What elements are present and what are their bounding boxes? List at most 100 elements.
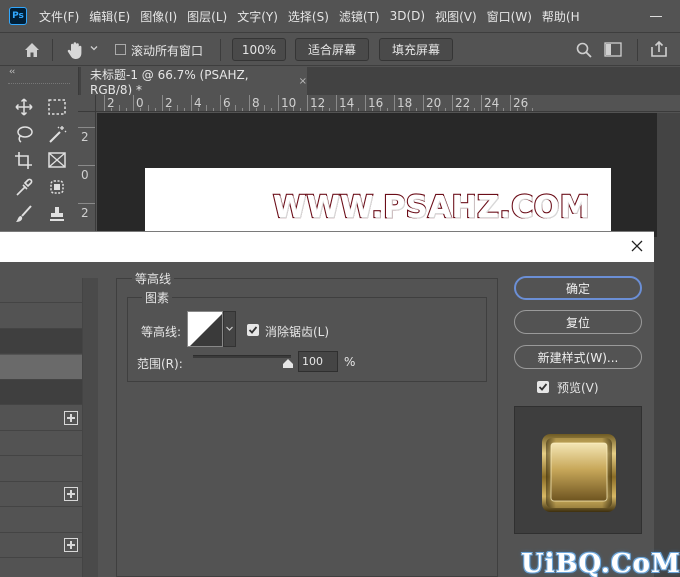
dialog-titlebar[interactable] bbox=[0, 232, 654, 262]
stamp-tool-icon[interactable] bbox=[46, 204, 68, 224]
style-row[interactable] bbox=[0, 559, 82, 577]
zoom-100-button[interactable]: 100% bbox=[232, 38, 286, 61]
vertical-scrollbar[interactable] bbox=[657, 113, 680, 237]
eyedropper-tool-icon[interactable] bbox=[13, 177, 35, 197]
menu-image[interactable]: 图像(I) bbox=[140, 8, 177, 25]
range-input[interactable]: 100 bbox=[298, 351, 338, 372]
ruler-tick bbox=[220, 95, 221, 111]
ruler-label: 2 bbox=[81, 130, 89, 144]
ruler-minor-tick bbox=[176, 105, 178, 111]
home-icon[interactable] bbox=[22, 40, 42, 60]
add-effect-icon[interactable] bbox=[64, 487, 78, 501]
photoshop-logo-icon[interactable]: Ps bbox=[9, 7, 27, 25]
menu-edit[interactable]: 编辑(E) bbox=[89, 8, 130, 25]
ruler-label: 16 bbox=[368, 96, 384, 110]
ruler-minor-tick bbox=[212, 108, 214, 111]
minimize-button[interactable] bbox=[632, 0, 680, 32]
style-row[interactable] bbox=[0, 533, 82, 558]
style-row[interactable] bbox=[0, 482, 82, 507]
chevron-down-icon[interactable] bbox=[89, 43, 99, 53]
workspace-panel-icon[interactable] bbox=[604, 42, 622, 57]
ruler-minor-tick bbox=[205, 105, 207, 111]
checkmark-icon bbox=[248, 326, 258, 334]
reset-button[interactable]: 复位 bbox=[514, 310, 642, 334]
horizontal-ruler[interactable]: 2 0 2 4 6 8 10 12 14 16 18 20 22 24 26 bbox=[96, 95, 680, 112]
vertical-ruler[interactable]: 2 0 2 bbox=[78, 112, 96, 237]
fit-screen-button[interactable]: 适合屏幕 bbox=[295, 38, 369, 61]
ruler-label: 6 bbox=[223, 96, 231, 110]
chevron-down-icon bbox=[226, 326, 233, 331]
style-row[interactable] bbox=[0, 508, 82, 533]
ruler-origin[interactable] bbox=[78, 95, 96, 112]
menu-select[interactable]: 选择(S) bbox=[288, 8, 329, 25]
elements-group-title: 图素 bbox=[142, 289, 173, 306]
ruler-minor-tick bbox=[263, 105, 265, 111]
patch-tool-icon[interactable] bbox=[46, 177, 68, 197]
style-row[interactable] bbox=[0, 329, 82, 354]
menu-layer[interactable]: 图层(L) bbox=[187, 8, 227, 25]
new-style-button[interactable]: 新建样式(W)... bbox=[514, 345, 642, 369]
ruler-tick bbox=[133, 95, 134, 111]
add-effect-icon[interactable] bbox=[64, 538, 78, 552]
preview-checkbox[interactable] bbox=[537, 381, 549, 393]
ruler-minor-tick bbox=[125, 108, 127, 111]
crop-tool-icon[interactable] bbox=[13, 150, 35, 170]
lasso-tool-icon[interactable] bbox=[13, 124, 35, 144]
fill-screen-button[interactable]: 填充屏幕 bbox=[379, 38, 453, 61]
close-icon[interactable] bbox=[630, 239, 644, 253]
add-effect-icon[interactable] bbox=[64, 410, 78, 425]
range-slider-thumb[interactable] bbox=[283, 359, 293, 368]
range-unit: % bbox=[344, 355, 356, 369]
style-row[interactable] bbox=[0, 406, 82, 431]
preview-label: 预览(V) bbox=[557, 381, 599, 395]
ruler-label: 18 bbox=[397, 96, 413, 110]
ruler-minor-tick bbox=[183, 108, 185, 111]
hand-tool-icon[interactable] bbox=[64, 39, 86, 61]
move-tool-icon[interactable] bbox=[13, 97, 35, 117]
style-row-selected[interactable] bbox=[0, 354, 82, 380]
brush-tool-icon[interactable] bbox=[13, 204, 35, 224]
menu-view[interactable]: 视图(V) bbox=[435, 8, 477, 25]
style-row[interactable] bbox=[0, 431, 82, 456]
contour-dropdown-button[interactable] bbox=[223, 311, 236, 347]
style-row[interactable] bbox=[0, 278, 82, 303]
antialias-checkbox[interactable] bbox=[247, 324, 259, 336]
magic-wand-tool-icon[interactable] bbox=[46, 124, 68, 144]
ruler-label: 12 bbox=[310, 96, 326, 110]
range-slider[interactable] bbox=[193, 355, 291, 358]
panel-grip[interactable] bbox=[8, 83, 70, 85]
marquee-tool-icon[interactable] bbox=[46, 97, 68, 117]
ruler-minor-tick bbox=[154, 108, 156, 111]
style-row[interactable] bbox=[0, 380, 82, 405]
document-canvas[interactable]: WWW.PSAHZ.COM bbox=[145, 168, 611, 237]
canvas-text-layer: WWW.PSAHZ.COM bbox=[272, 189, 591, 226]
menu-filter[interactable]: 滤镜(T) bbox=[339, 8, 380, 25]
ruler-minor-tick bbox=[444, 108, 446, 111]
options-separator bbox=[220, 39, 221, 61]
ruler-label: 8 bbox=[252, 96, 260, 110]
style-row[interactable] bbox=[0, 304, 82, 329]
style-list-scrollbar[interactable] bbox=[82, 278, 98, 577]
menu-file[interactable]: 文件(F) bbox=[39, 8, 79, 25]
ruler-label: 2 bbox=[165, 96, 173, 110]
menu-3d[interactable]: 3D(D) bbox=[390, 9, 425, 23]
menu-type[interactable]: 文字(Y) bbox=[237, 8, 278, 25]
style-preview bbox=[514, 406, 642, 534]
collapse-panel-icon[interactable]: ‹‹ bbox=[9, 67, 15, 77]
document-tab-bar: 未标题-1 @ 66.7% (PSAHZ, RGB/8) * × bbox=[78, 67, 680, 97]
search-icon[interactable] bbox=[575, 41, 593, 59]
menu-help[interactable]: 帮助(H bbox=[542, 8, 580, 25]
scroll-all-windows-checkbox[interactable] bbox=[115, 44, 126, 55]
ruler-minor-tick bbox=[473, 108, 475, 111]
frame-tool-icon[interactable] bbox=[46, 150, 68, 170]
contour-picker[interactable] bbox=[187, 311, 223, 347]
close-tab-icon[interactable]: × bbox=[299, 76, 307, 87]
menu-window[interactable]: 窗口(W) bbox=[487, 8, 532, 25]
document-tab[interactable]: 未标题-1 @ 66.7% (PSAHZ, RGB/8) * × bbox=[81, 67, 307, 97]
ruler-label: 2 bbox=[107, 96, 115, 110]
share-icon[interactable] bbox=[650, 40, 668, 58]
range-label: 范围(R): bbox=[137, 357, 183, 371]
ok-button[interactable]: 确定 bbox=[514, 276, 642, 300]
style-row[interactable] bbox=[0, 457, 82, 482]
ruler-tick bbox=[78, 127, 95, 128]
